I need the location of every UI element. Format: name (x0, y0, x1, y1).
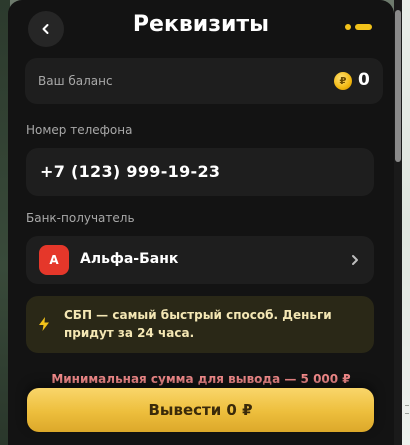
page-indicator-dot (345, 24, 351, 30)
info-banner: СБП — самый быстрый способ. Деньги приду… (26, 296, 374, 353)
scrollbar-thumb[interactable] (395, 10, 401, 162)
withdraw-button[interactable]: Вывести 0 ₽ (27, 388, 374, 432)
min-amount-text: Минимальная сумма для вывода — 5 000 ₽ (51, 372, 351, 386)
balance-label: Ваш баланс (38, 74, 113, 88)
phone-field[interactable]: +7 (123) 999-19-23 (26, 148, 374, 196)
chevron-right-icon (352, 255, 358, 265)
page-indicator-active (355, 24, 372, 30)
balance-card: Ваш баланс ₽ 0 (25, 58, 383, 104)
background-tick (405, 413, 409, 414)
requisites-panel: Реквизиты Ваш баланс ₽ 0 Номер телефона … (8, 0, 394, 445)
balance-value: 0 (358, 70, 370, 90)
background-right (402, 0, 410, 445)
background-tick (405, 405, 409, 406)
info-text: СБП — самый быстрый способ. Деньги приду… (64, 308, 332, 340)
scrollbar[interactable] (394, 0, 402, 445)
bolt-icon (39, 317, 49, 331)
phone-value: +7 (123) 999-19-23 (40, 162, 221, 181)
bank-logo: А (39, 245, 69, 275)
phone-label: Номер телефона (26, 123, 133, 137)
page-indicator (345, 24, 372, 30)
bank-selector[interactable]: А Альфа-Банк (26, 236, 374, 284)
bank-label: Банк-получатель (26, 211, 135, 225)
bank-name: Альфа-Банк (80, 251, 179, 267)
page-title: Реквизиты (132, 12, 270, 37)
coin-icon: ₽ (334, 72, 352, 90)
